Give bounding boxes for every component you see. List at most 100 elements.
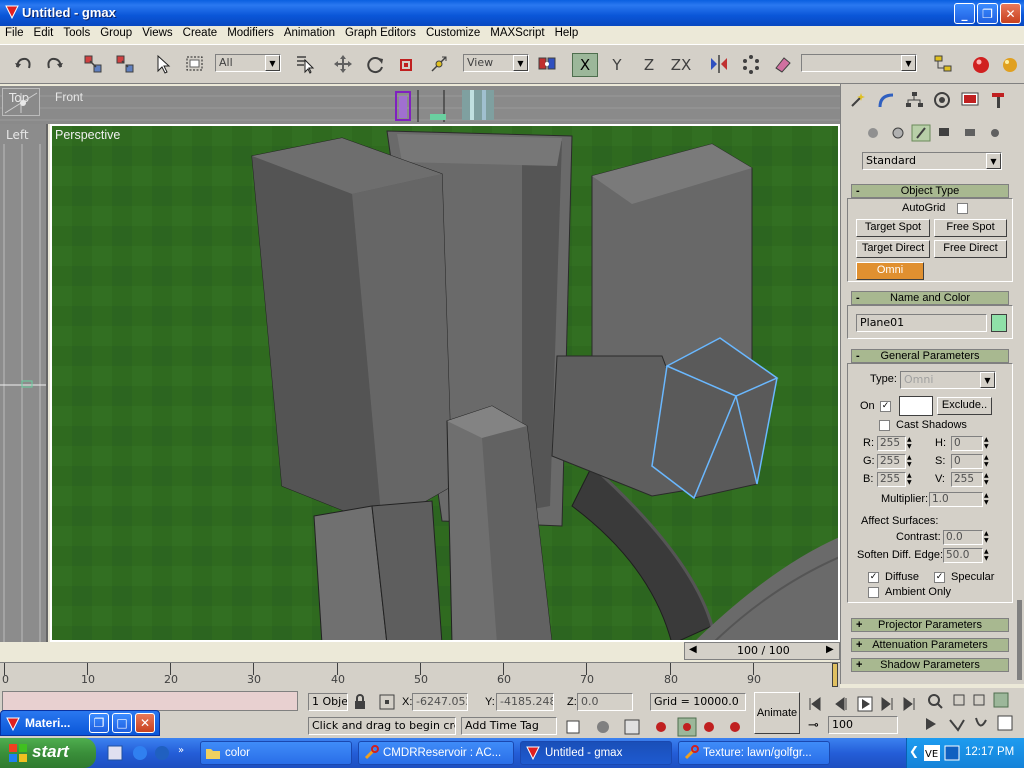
ambient-only-checkbox[interactable] — [868, 587, 879, 598]
create-tab[interactable] — [847, 89, 869, 111]
cast-shadows-checkbox[interactable] — [879, 420, 890, 431]
light-type-dropdown[interactable]: Omni ▼ — [900, 371, 996, 389]
name-color-rollout-header[interactable]: - Name and Color — [851, 291, 1009, 305]
light-on-checkbox[interactable]: ✓ — [880, 401, 891, 412]
current-frame-marker[interactable] — [832, 663, 838, 687]
task-cmdr-reservoir[interactable]: CMDRReservoir : AC... — [358, 741, 514, 765]
start-button[interactable]: start — [0, 738, 96, 768]
general-parameters-rollout-header[interactable]: - General Parameters — [851, 349, 1009, 363]
task-gmax[interactable]: Untitled - gmax — [520, 741, 672, 765]
render-button[interactable] — [968, 51, 994, 77]
pivot-center-button[interactable] — [534, 51, 560, 77]
display-tab[interactable] — [959, 89, 981, 111]
chevron-right-icon[interactable]: ▶ — [826, 644, 834, 655]
shadow-parameters-rollout-header[interactable]: + Shadow Parameters — [851, 658, 1009, 672]
chevron-left-icon[interactable]: ◀ — [689, 644, 697, 655]
restrict-z-button[interactable]: Z — [636, 53, 662, 77]
spinner-arrows-icon[interactable]: ▲ ▼ — [984, 436, 992, 451]
menu-views[interactable]: Views — [137, 26, 177, 40]
redo-button[interactable] — [42, 51, 68, 77]
named-selection-dropdown[interactable]: ▼ — [801, 54, 917, 72]
y-coordinate-field[interactable]: -4185.248 — [496, 693, 554, 711]
menu-tools[interactable]: Tools — [58, 26, 95, 40]
free-direct-button[interactable]: Free Direct — [934, 240, 1007, 258]
key-mode-icon[interactable]: ⊸ — [808, 718, 819, 733]
restrict-y-button[interactable]: Y — [604, 53, 630, 77]
z-coordinate-field[interactable]: 0.0 — [577, 693, 633, 711]
schematic-view-button[interactable] — [930, 51, 956, 77]
time-slider[interactable]: ◀ 100 / 100 ▶ — [684, 642, 840, 660]
spinner-arrows-icon[interactable]: ▲ ▼ — [984, 454, 992, 469]
select-and-scale-button[interactable] — [394, 51, 420, 77]
left-viewport[interactable]: Left — [0, 124, 48, 642]
material-editor-close-button[interactable]: ✕ — [135, 713, 155, 733]
selection-filter-dropdown[interactable]: All ▼ — [215, 54, 281, 72]
contrast-spinner[interactable]: 0.0 — [943, 530, 983, 545]
spinner-arrows-icon[interactable]: ▲ ▼ — [984, 530, 992, 545]
menu-help[interactable]: Help — [550, 26, 584, 40]
menu-file[interactable]: File — [0, 26, 29, 40]
close-button[interactable]: ✕ — [1000, 3, 1021, 24]
reference-coordinate-dropdown[interactable]: View ▼ — [463, 54, 529, 72]
material-editor-maximize-button[interactable]: □ — [112, 713, 132, 733]
menu-maxscript[interactable]: MAXScript — [485, 26, 549, 40]
menu-group[interactable]: Group — [95, 26, 137, 40]
region-select-button[interactable] — [182, 51, 208, 77]
light-color-swatch[interactable] — [899, 396, 933, 416]
free-spot-button[interactable]: Free Spot — [934, 219, 1007, 237]
menu-graph-editors[interactable]: Graph Editors — [340, 26, 421, 40]
target-direct-button[interactable]: Target Direct — [856, 240, 930, 258]
autogrid-checkbox[interactable] — [957, 203, 968, 214]
restrict-plane-button[interactable]: ZX — [668, 53, 694, 77]
current-frame-field[interactable]: 100 — [828, 716, 898, 734]
motion-tab[interactable] — [931, 89, 953, 111]
array-button[interactable] — [738, 51, 764, 77]
menu-customize[interactable]: Customize — [421, 26, 485, 40]
omni-button[interactable]: Omni — [856, 262, 924, 280]
select-object-button[interactable] — [150, 51, 176, 77]
task-texture-editor[interactable]: Texture: lawn/golfgr... — [678, 741, 830, 765]
material-editor-minimize-button[interactable]: ❐ — [89, 713, 109, 733]
add-time-tag-button[interactable]: Add Time Tag — [461, 717, 557, 735]
top-front-viewport-strip[interactable] — [0, 86, 840, 124]
absolute-mode-button[interactable] — [378, 693, 396, 711]
object-type-rollout-header[interactable]: - Object Type — [851, 184, 1009, 198]
menu-animation[interactable]: Animation — [279, 26, 340, 40]
command-panel-scrollbar[interactable] — [1017, 600, 1022, 680]
saturation-spinner[interactable]: 0 — [951, 454, 983, 469]
undo-button[interactable] — [10, 51, 36, 77]
spinner-arrows-icon[interactable]: ▲ ▼ — [907, 436, 915, 451]
modify-tab[interactable] — [875, 89, 897, 111]
spinner-arrows-icon[interactable]: ▲ ▼ — [984, 472, 992, 487]
spinner-arrows-icon[interactable]: ▲ ▼ — [907, 472, 915, 487]
restrict-x-button[interactable]: X — [572, 53, 598, 77]
multiplier-spinner[interactable]: 1.0 — [929, 492, 983, 507]
restore-button[interactable]: ❐ — [977, 3, 998, 24]
object-name-input[interactable]: Plane01 — [856, 314, 987, 332]
perspective-viewport[interactable] — [50, 124, 840, 642]
red-spinner[interactable]: 255 — [877, 436, 906, 451]
menu-edit[interactable]: Edit — [29, 26, 59, 40]
exclude-button[interactable]: Exclude.. — [937, 397, 992, 415]
menu-modifiers[interactable]: Modifiers — [222, 26, 279, 40]
specular-checkbox[interactable]: ✓ — [934, 572, 945, 583]
value-spinner[interactable]: 255 — [951, 472, 983, 487]
quick-render-button[interactable] — [996, 51, 1022, 77]
mirror-button[interactable] — [706, 51, 732, 77]
task-color-folder[interactable]: color — [200, 741, 352, 765]
projector-parameters-rollout-header[interactable]: + Projector Parameters — [851, 618, 1009, 632]
align-button[interactable] — [770, 51, 796, 77]
animate-button[interactable]: Animate — [754, 692, 800, 734]
utilities-tab[interactable] — [987, 89, 1009, 111]
minimize-button[interactable]: _ — [954, 3, 975, 24]
target-spot-button[interactable]: Target Spot — [856, 219, 930, 237]
select-and-move-button[interactable] — [330, 51, 356, 77]
menu-create[interactable]: Create — [178, 26, 223, 40]
unlink-selection-button[interactable] — [112, 51, 138, 77]
top-viewport[interactable]: Top — [2, 88, 40, 116]
create-category-dropdown[interactable]: Standard ▼ — [862, 152, 1002, 170]
lock-selection-button[interactable] — [352, 693, 368, 711]
tray-expand-icon[interactable]: ❮ — [909, 744, 919, 758]
use-pivot-button[interactable] — [426, 51, 452, 77]
object-color-swatch[interactable] — [991, 314, 1007, 332]
